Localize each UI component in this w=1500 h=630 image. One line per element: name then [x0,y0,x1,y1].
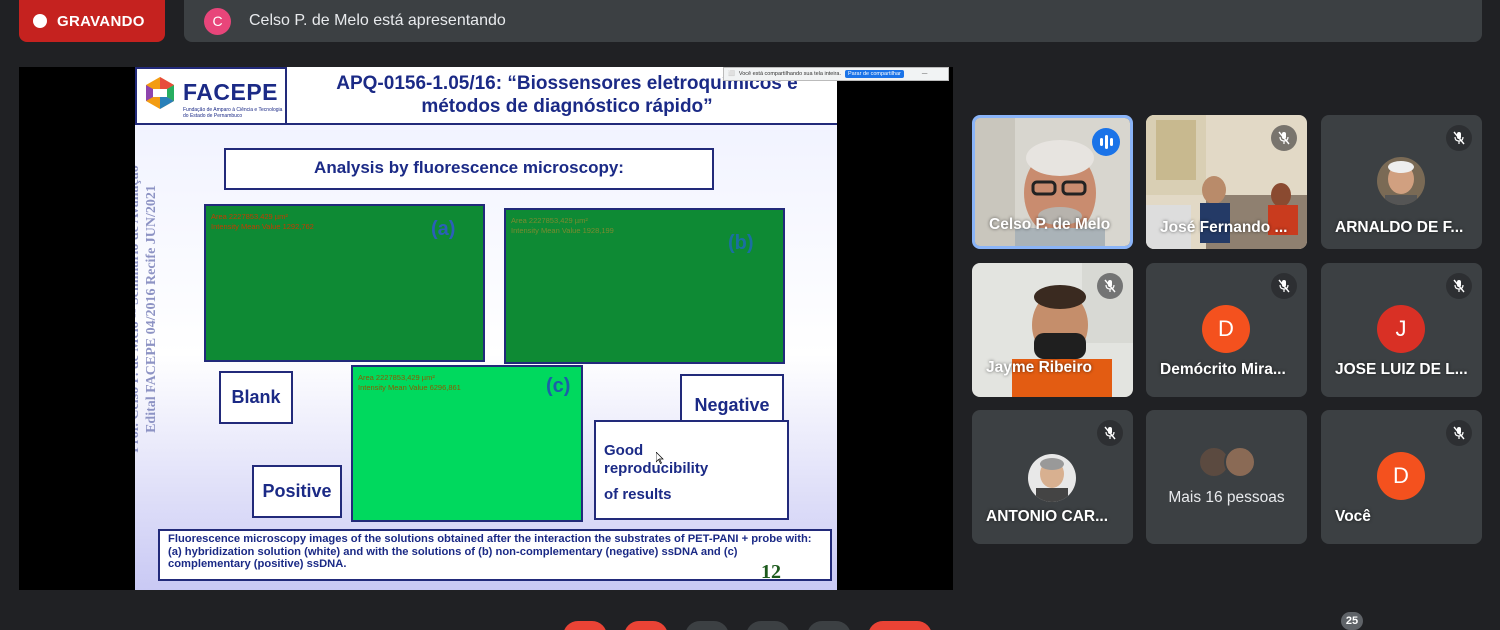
mic-off-icon [1271,273,1297,299]
good-line2: reproducibility [604,460,709,477]
mic-off-icon [1446,273,1472,299]
image-a-area: Area 2227853,429 µm² [211,212,288,221]
mic-off-icon [1097,420,1123,446]
participant-name: José Fernando ... [1160,219,1288,236]
minimize-banner-button[interactable]: — [922,71,928,77]
facepe-logo-icon [146,77,174,109]
image-b-meta: Area 2227853,429 µm² Intensity Mean Valu… [511,216,614,236]
share-info-icon: ⬜ [728,71,735,77]
captions-button[interactable] [685,621,729,630]
image-c-mean: Intensity Mean Value 6296,861 [358,383,461,392]
participant-avatar: J [1377,305,1425,353]
vertical-credit-line2: Edital FACEPE 04/2016 Recife JUN/2021 [144,185,159,433]
slide-vertical-credit: Prof. Celso P. de Melo -- Seminário de A… [135,129,160,489]
participant-name: JOSE LUIZ DE L... [1335,361,1468,378]
microscopy-image-c: Area 2227853,429 µm² Intensity Mean Valu… [351,365,583,522]
presenter-text: Celso P. de Melo está apresentando [249,12,506,29]
recording-dot-icon [33,14,47,28]
microscopy-image-a: Area 2227853,429 µm² Intensity Mean Valu… [204,204,485,362]
good-line1: Good [604,442,644,459]
image-b-mean: Intensity Mean Value 1928,199 [511,226,614,235]
label-negative: Negative [680,374,784,424]
participant-avatar: D [1377,452,1425,500]
participant-count-badge: 25 [1341,612,1363,630]
good-line3: of results [604,486,672,503]
participant-avatar [1224,446,1256,478]
participant-tile-democrito[interactable]: D Demócrito Mira... [1146,263,1307,397]
image-a-mean: Intensity Mean Value 1292,762 [211,222,314,231]
mouse-cursor-icon [656,452,664,464]
facepe-logo-text: FACEPE [183,79,279,105]
image-c-letter: (c) [546,375,571,397]
participant-name: Demócrito Mira... [1160,361,1286,378]
participant-tile-jose-fernando[interactable]: José Fernando ... [1146,115,1307,249]
shared-screen[interactable]: FACEPE Fundação de Amparo à Ciência e Te… [19,67,953,590]
label-blank: Blank [219,371,293,424]
speaking-indicator-icon [1092,128,1120,156]
participant-tile-antonio[interactable]: ANTONIO CAR... [972,410,1133,544]
slide-heading: Analysis by fluorescence microscopy: [224,148,714,190]
image-b-letter: (b) [728,232,754,254]
participant-tile-celso[interactable]: Celso P. de Melo [972,115,1133,249]
microscopy-image-b: Area 2227853,429 µm² Intensity Mean Valu… [504,208,785,364]
slide-title-line2: métodos de diagnóstico rápido” [421,96,713,117]
mic-off-icon [1271,125,1297,151]
participant-tile-jayme[interactable]: Jayme Ribeiro [972,263,1133,397]
slide-caption: Fluorescence microscopy images of the so… [158,529,832,581]
recording-label: GRAVANDO [57,12,145,30]
share-banner-text: Você está compartilhando sua tela inteir… [738,71,841,77]
slide-page-number: 12 [761,561,781,583]
participant-name: ANTONIO CAR... [986,508,1108,525]
more-participants-label: Mais 16 pessoas [1168,489,1285,506]
participant-avatar [1028,454,1076,502]
presenter-avatar: C [204,7,231,35]
participant-tile-jose-luiz[interactable]: J JOSE LUIZ DE L... [1321,263,1482,397]
participant-tile-arnaldo[interactable]: ARNALDO DE F... [1321,115,1482,249]
image-a-meta: Area 2227853,429 µm² Intensity Mean Valu… [211,212,314,232]
leave-call-button[interactable] [868,621,932,630]
vertical-credit-line1: Prof. Celso P. de Melo -- Seminário de A… [135,165,142,453]
camera-toggle-button[interactable] [624,621,668,630]
facepe-logo-box: FACEPE Fundação de Amparo à Ciência e Te… [135,67,287,125]
participant-name: ARNALDO DE F... [1335,219,1464,236]
image-b-area: Area 2227853,429 µm² [511,216,588,225]
raise-hand-button[interactable] [746,621,790,630]
participant-tile-self[interactable]: D Você [1321,410,1482,544]
mic-off-icon [1446,420,1472,446]
image-a-letter: (a) [431,218,456,240]
present-button[interactable] [807,621,851,630]
label-positive: Positive [252,465,342,518]
participant-avatar: D [1202,305,1250,353]
participant-name: Celso P. de Melo [989,216,1111,233]
presentation-slide: FACEPE Fundação de Amparo à Ciência e Te… [135,67,837,590]
screen-share-banner: ⬜ Você está compartilhando sua tela inte… [723,67,949,81]
more-participants-avatars [1198,446,1262,478]
recording-indicator: GRAVANDO [19,0,165,42]
mic-toggle-button[interactable] [563,621,607,630]
participant-avatar [1377,157,1425,205]
presenter-bar: C Celso P. de Melo está apresentando [184,0,1482,42]
stop-sharing-button[interactable]: Parar de compartilhar [844,70,904,78]
facepe-logo-subtitle: Fundação de Amparo à Ciência e Tecnologi… [183,107,283,119]
image-c-area: Area 2227853,429 µm² [358,373,435,382]
more-participants-tile[interactable]: Mais 16 pessoas [1146,410,1307,544]
mic-off-icon [1446,125,1472,151]
participant-name: Você [1335,508,1371,525]
image-c-meta: Area 2227853,429 µm² Intensity Mean Valu… [358,373,461,393]
good-reproducibility-box: Good reproducibility of results [594,420,789,520]
participant-name: Jayme Ribeiro [986,359,1092,376]
mic-off-icon [1097,273,1123,299]
